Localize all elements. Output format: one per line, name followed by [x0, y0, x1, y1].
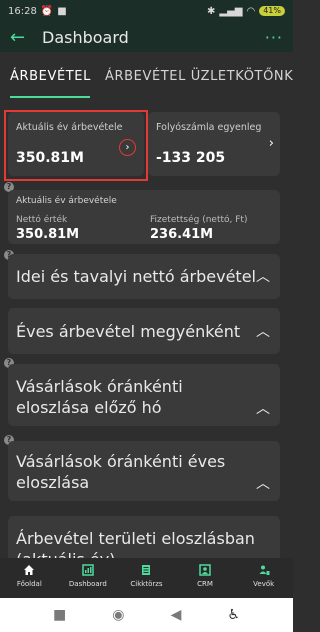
tab-bar: ÁRBEVÉTEL ÁRBEVÉTEL ÜZLETKÖTŐNKÉN — [0, 52, 293, 100]
nav-crm[interactable]: CRM — [179, 558, 231, 588]
chevron-up-icon[interactable]: ︿ — [256, 321, 270, 341]
nav-label: Vevők — [253, 580, 275, 588]
active-tab-indicator — [10, 96, 90, 98]
status-bar: 16:28 ⏰ ■ ✱ ▂▄▆ ◠ 41% — [0, 0, 293, 22]
catalog-icon — [142, 565, 151, 575]
net-value: 350.81M — [16, 227, 80, 242]
nav-dashboard[interactable]: Dashboard — [62, 558, 114, 588]
chevron-up-icon[interactable]: ︿ — [256, 473, 270, 493]
home-button-icon[interactable]: ◉ — [112, 607, 124, 623]
accessibility-icon[interactable]: ♿ — [227, 607, 240, 623]
nav-catalog[interactable]: Cikktörzs — [120, 558, 172, 588]
battery-icon: 41% — [259, 6, 285, 16]
status-time: 16:28 — [8, 5, 37, 17]
tab-arbevetel[interactable]: ÁRBEVÉTEL — [10, 69, 91, 84]
nav-label: Főoldal — [16, 580, 42, 588]
more-options-icon[interactable]: ··· — [265, 28, 283, 47]
section-title: Idei és tavalyi nettó árbevétel — [16, 267, 256, 286]
section-title: Vásárlások óránkénti eloszlása előző hó — [16, 377, 183, 417]
nav-home[interactable]: Főoldal — [3, 558, 55, 588]
back-arrow-icon[interactable]: ← — [10, 27, 32, 48]
section-hourly-purchases-last-month[interactable]: Vásárlások óránkénti eloszlása előző hó … — [8, 364, 280, 426]
crm-icon — [199, 564, 211, 576]
battery-level: 41 — [263, 6, 274, 15]
home-icon — [24, 565, 35, 575]
nav-label: Dashboard — [68, 580, 107, 588]
chevron-right-icon[interactable]: › — [269, 136, 274, 151]
system-navigation-bar: ■ ◉ ◀ ♿ — [0, 598, 293, 632]
kpi-value: 350.81M — [16, 150, 84, 166]
kpi-card-account-balance[interactable]: Folyószámla egyenleg -133 205 › — [148, 112, 280, 176]
kpi-value: -133 205 — [156, 150, 226, 166]
wifi-icon: ◠ — [246, 5, 256, 17]
section-revenue-current-vs-last-year[interactable]: Idei és tavalyi nettó árbevétel ︿ — [8, 254, 280, 299]
nav-label: Cikktörzs — [130, 580, 163, 588]
kpi-label: Aktuális év árbevétele — [16, 122, 123, 133]
kpi-card-current-year-revenue[interactable]: Aktuális év árbevétele 350.81M › — [8, 112, 144, 176]
nav-label: CRM — [197, 580, 213, 588]
section-title: Éves árbevétel megyénként — [16, 322, 241, 341]
signal-icon: ▂▄▆ — [219, 5, 243, 17]
bottom-navigation: Főoldal Dashboard Cikktörzs CRM Vevők — [0, 558, 293, 598]
chevron-right-icon[interactable]: › — [119, 139, 136, 156]
chevron-up-icon[interactable]: ︿ — [256, 266, 270, 286]
section-revenue-by-county[interactable]: Éves árbevétel megyénként ︿ — [8, 308, 280, 354]
section-title: Vásárlások óránkénti éves eloszlása — [16, 452, 226, 492]
chevron-up-icon[interactable]: ︿ — [256, 398, 270, 418]
alarm-icon: ⏰ — [40, 5, 54, 17]
app-bar: ← Dashboard ··· — [0, 22, 293, 52]
paid-label: Fizetettség (nettó, Ft) — [150, 215, 248, 225]
notification-icon: ■ — [57, 5, 67, 17]
tab-arbevetel-uzletkotonkent[interactable]: ÁRBEVÉTEL ÜZLETKÖTŐNKÉN — [105, 69, 293, 84]
back-triangle-icon[interactable]: ◀ — [171, 607, 182, 623]
net-label: Nettó érték — [16, 215, 68, 225]
bluetooth-icon: ✱ — [207, 5, 216, 17]
section-hourly-purchases-yearly[interactable]: Vásárlások óránkénti éves eloszlása ︿ — [8, 441, 280, 501]
summary-card: Aktuális év árbevétele Nettó érték 350.8… — [8, 190, 280, 244]
kpi-label: Folyószámla egyenleg — [156, 122, 262, 133]
page-title: Dashboard — [42, 27, 129, 47]
dashboard-icon — [82, 564, 94, 576]
summary-title: Aktuális év árbevétele — [16, 196, 117, 206]
paid-value: 236.41M — [150, 227, 214, 242]
customers-icon — [259, 565, 270, 575]
recent-apps-icon[interactable]: ■ — [53, 607, 66, 623]
nav-customers[interactable]: Vevők — [238, 558, 290, 588]
